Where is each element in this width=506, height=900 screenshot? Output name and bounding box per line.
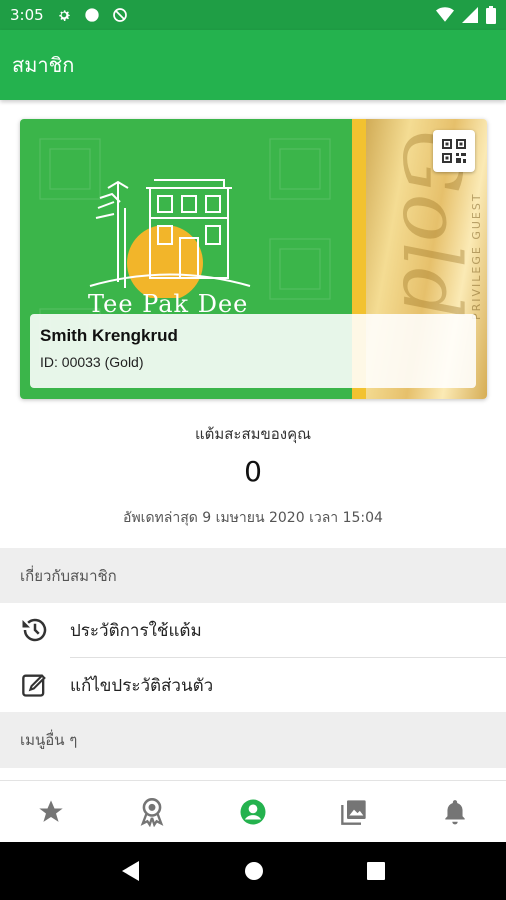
- system-navigation-bar: [0, 842, 506, 900]
- bell-icon: [445, 799, 466, 824]
- points-value: 0: [244, 455, 262, 488]
- section-header-member: เกี่ยวกับสมาชิก: [0, 548, 506, 604]
- member-info-box: Smith Krengkrud ID: 00033 (Gold): [30, 314, 476, 388]
- section-header-other: เมนูอื่น ๆ: [0, 712, 506, 768]
- recents-icon[interactable]: [366, 862, 385, 880]
- qr-code-button[interactable]: [433, 130, 475, 172]
- status-bar: 3:05: [0, 0, 506, 30]
- menu-label: ประวัติการใช้แต้ม: [70, 620, 202, 641]
- circle-icon: [85, 8, 99, 22]
- nav-item-rewards[interactable]: [122, 787, 182, 837]
- menu-item-edit-profile[interactable]: แก้ไขประวัติส่วนตัว: [0, 658, 506, 712]
- account-icon: [240, 799, 266, 824]
- brand-logo: [89, 179, 251, 298]
- back-icon[interactable]: [121, 860, 141, 882]
- nav-item-favorites[interactable]: [21, 787, 81, 837]
- status-time: 3:05: [10, 6, 44, 24]
- last-updated-text: อัพเดทล่าสุด 9 เมษายน 2020 เวลา 15:04: [123, 510, 383, 526]
- member-id: ID: 00033 (Gold): [40, 354, 144, 370]
- star-icon: [38, 799, 63, 822]
- section-title: เมนูอื่น ๆ: [20, 731, 78, 749]
- nav-item-notifications[interactable]: [425, 787, 485, 837]
- gear-icon: [59, 10, 70, 21]
- member-name: Smith Krengkrud: [40, 326, 178, 345]
- battery-icon: [486, 6, 496, 24]
- qr-code-icon: [442, 139, 466, 163]
- app-bar: สมาชิก: [0, 30, 506, 100]
- menu-label: แก้ไขประวัติส่วนตัว: [70, 675, 214, 696]
- privilege-guest-text: PRIVILEGE GUEST: [470, 192, 483, 320]
- edit-icon: [22, 674, 46, 697]
- wifi-icon: [436, 7, 454, 22]
- nav-item-gallery[interactable]: [324, 787, 384, 837]
- menu-item-points-history[interactable]: ประวัติการใช้แต้ม: [0, 603, 506, 657]
- history-icon: [22, 618, 47, 642]
- award-icon: [140, 797, 164, 827]
- page-title: สมาชิก: [12, 53, 75, 77]
- bottom-navigation: [0, 780, 506, 842]
- home-icon[interactable]: [244, 861, 264, 881]
- points-label: แต้มสะสมของคุณ: [194, 425, 312, 443]
- gallery-icon: [341, 799, 366, 825]
- no-sync-icon: [112, 8, 127, 22]
- signal-icon: [462, 7, 478, 23]
- section-title: เกี่ยวกับสมาชิก: [20, 567, 117, 585]
- nav-item-account[interactable]: [223, 787, 283, 837]
